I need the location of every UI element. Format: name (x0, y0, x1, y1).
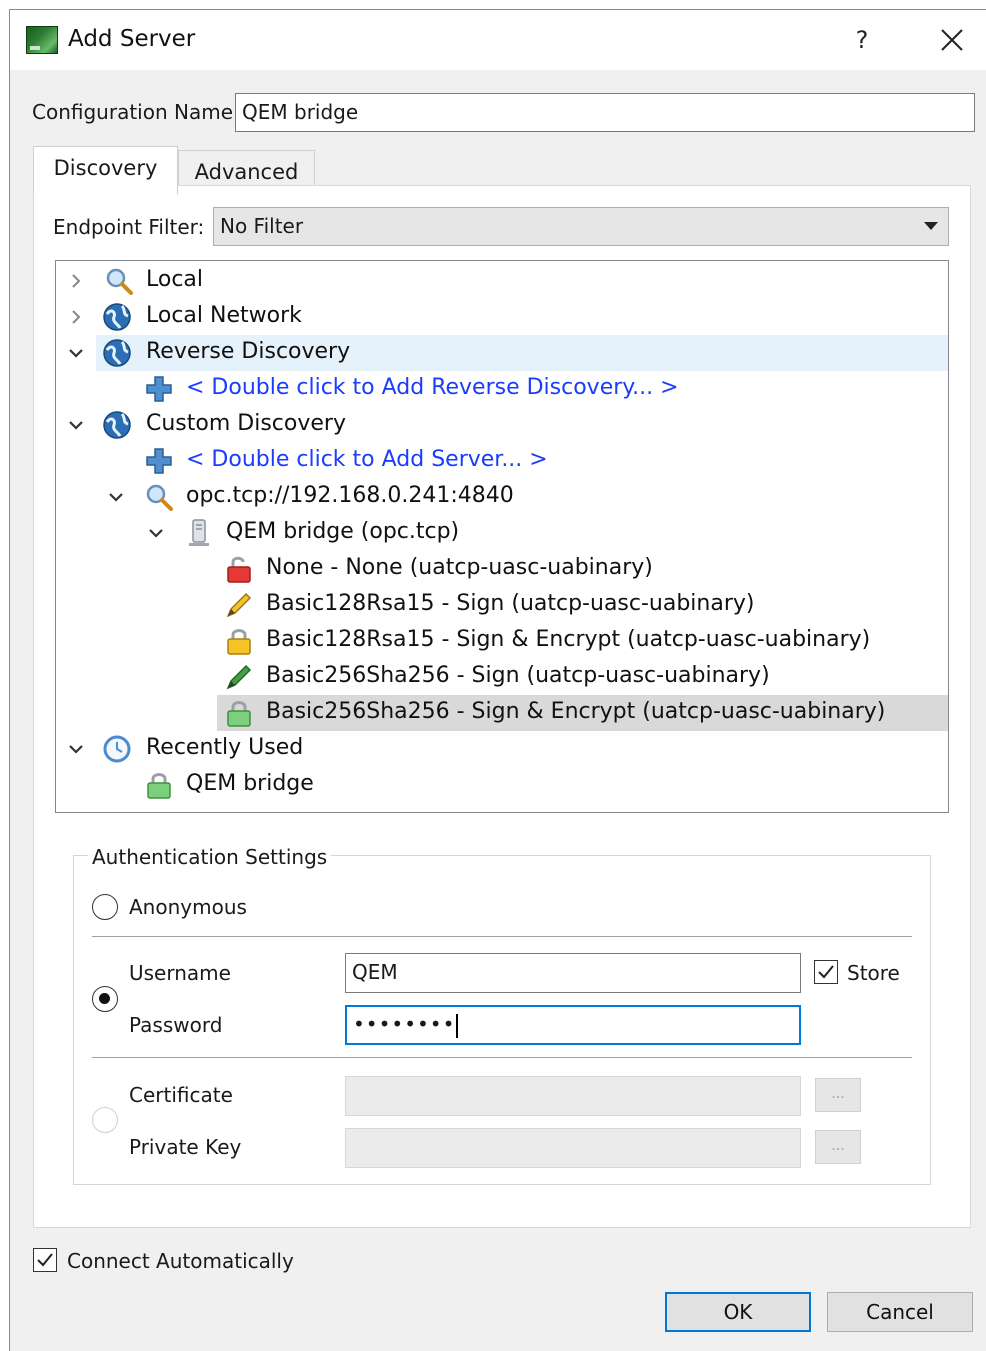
chevron-down-icon[interactable] (106, 487, 126, 507)
tree-item-server-url[interactable]: opc.tcp://192.168.0.241:4840 (56, 479, 948, 515)
clock-icon (103, 735, 131, 763)
chevron-down-icon[interactable] (66, 343, 86, 363)
tree-item-label: QEM bridge (opc.tcp) (226, 519, 460, 544)
tree-item-local-network[interactable]: Local Network (56, 299, 948, 335)
tree-item-local[interactable]: Local (56, 263, 948, 299)
tree-item-reverse-discovery[interactable]: Reverse Discovery (69, 335, 948, 371)
tree-item-endpoint-256-sign-encrypt[interactable]: Basic256Sha256 - Sign & Encrypt (uatcp-u… (217, 695, 948, 731)
username-input[interactable]: QEM (345, 953, 801, 993)
certificate-browse-button[interactable]: ... (815, 1078, 861, 1112)
tree-item-label: < Double click to Add Reverse Discovery.… (186, 375, 679, 400)
private-key-browse-button[interactable]: ... (815, 1130, 861, 1164)
tree-item-label: Local (146, 267, 204, 292)
tree-item-label: QEM bridge (186, 771, 314, 796)
checkmark-icon (818, 965, 834, 979)
separator (92, 936, 912, 937)
anonymous-label: Anonymous (129, 895, 247, 919)
connect-automatically-checkbox[interactable] (33, 1248, 57, 1272)
pencil-yellow-icon (226, 592, 252, 618)
anonymous-radio[interactable] (92, 894, 118, 920)
endpoint-filter-select[interactable]: No Filter (213, 207, 949, 246)
configuration-name-label: Configuration Name (32, 100, 233, 124)
chevron-down-icon[interactable] (66, 739, 86, 759)
plus-icon (146, 376, 172, 402)
connect-automatically-label: Connect Automatically (67, 1249, 294, 1273)
tree-item-recently-used[interactable]: Recently Used (56, 731, 948, 767)
lock-open-red-icon (227, 556, 251, 583)
plus-icon (146, 448, 172, 474)
tree-item-endpoint-256-sign[interactable]: Basic256Sha256 - Sign (uatcp-uasc-uabina… (56, 659, 948, 695)
tree-item-label: Basic256Sha256 - Sign & Encrypt (uatcp-u… (266, 699, 886, 724)
tree-item-server[interactable]: QEM bridge (opc.tcp) (56, 515, 948, 551)
pencil-green-icon (226, 664, 252, 690)
tree-item-label: Custom Discovery (146, 411, 346, 436)
configuration-name-input[interactable]: QEM bridge (235, 93, 975, 132)
tab-discovery[interactable]: Discovery (33, 146, 178, 194)
tree-item-label: < Double click to Add Server... > (186, 447, 548, 472)
checkmark-icon (37, 1253, 53, 1267)
tree-item-label: Basic256Sha256 - Sign (uatcp-uasc-uabina… (266, 663, 770, 688)
password-input[interactable]: •••••••• (345, 1005, 801, 1045)
ok-button[interactable]: OK (665, 1292, 811, 1332)
app-icon (26, 26, 58, 54)
tree-item-add-reverse-discovery[interactable]: < Double click to Add Reverse Discovery.… (56, 371, 948, 407)
lock-green-icon (227, 701, 251, 727)
tree-item-label: None - None (uatcp-uasc-uabinary) (266, 555, 653, 580)
tree-item-label: opc.tcp://192.168.0.241:4840 (186, 483, 514, 508)
password-label: Password (129, 1013, 223, 1037)
tree-item-label: Basic128Rsa15 - Sign & Encrypt (uatcp-ua… (266, 627, 871, 652)
password-value: •••••••• (353, 1012, 456, 1036)
username-password-radio[interactable] (92, 986, 118, 1012)
tree-item-endpoint-none[interactable]: None - None (uatcp-uasc-uabinary) (56, 551, 948, 587)
store-label: Store (847, 961, 900, 985)
chevron-right-icon[interactable] (66, 307, 86, 327)
chevron-right-icon[interactable] (66, 271, 86, 291)
lock-yellow-icon (227, 629, 251, 655)
title-bar: Add Server ? (10, 10, 986, 70)
tree-item-label: Recently Used (146, 735, 304, 760)
window-title: Add Server (68, 26, 196, 52)
endpoint-filter-value: No Filter (220, 214, 304, 238)
lock-green-icon (147, 773, 171, 799)
globe-icon (103, 303, 131, 331)
add-server-dialog: Add Server ? Configuration Name QEM brid… (9, 9, 986, 1351)
tree-item-label: Basic128Rsa15 - Sign (uatcp-uasc-uabinar… (266, 591, 755, 616)
tree-item-label: Local Network (146, 303, 302, 328)
help-button[interactable]: ? (840, 22, 884, 58)
globe-icon (103, 339, 131, 367)
globe-icon (103, 411, 131, 439)
authentication-group-title: Authentication Settings (88, 845, 332, 869)
search-icon (146, 484, 173, 511)
store-checkbox[interactable] (814, 960, 838, 984)
chevron-down-icon[interactable] (66, 415, 86, 435)
tree-item-endpoint-128-sign-encrypt[interactable]: Basic128Rsa15 - Sign & Encrypt (uatcp-ua… (56, 623, 948, 659)
endpoint-filter-label: Endpoint Filter: (53, 215, 205, 239)
close-button[interactable] (928, 22, 976, 58)
username-label: Username (129, 961, 231, 985)
tree-item-add-server[interactable]: < Double click to Add Server... > (56, 443, 948, 479)
server-tree[interactable]: Local Local Network Reverse Discovery < … (55, 260, 949, 813)
certificate-label: Certificate (129, 1083, 233, 1107)
separator (92, 1057, 912, 1058)
private-key-label: Private Key (129, 1135, 242, 1159)
tree-item-label: Reverse Discovery (146, 339, 351, 364)
certificate-radio[interactable] (92, 1107, 118, 1133)
chevron-down-icon[interactable] (146, 523, 166, 543)
cancel-button[interactable]: Cancel (827, 1292, 973, 1332)
tree-item-recent-qem-bridge[interactable]: QEM bridge (56, 767, 948, 803)
search-icon (106, 268, 133, 295)
close-icon (941, 29, 963, 51)
private-key-input[interactable] (345, 1128, 801, 1168)
tree-item-endpoint-128-sign[interactable]: Basic128Rsa15 - Sign (uatcp-uasc-uabinar… (56, 587, 948, 623)
server-icon (189, 519, 209, 546)
text-caret (456, 1013, 459, 1038)
chevron-down-icon (924, 222, 938, 230)
tree-item-custom-discovery[interactable]: Custom Discovery (56, 407, 948, 443)
certificate-input[interactable] (345, 1076, 801, 1116)
